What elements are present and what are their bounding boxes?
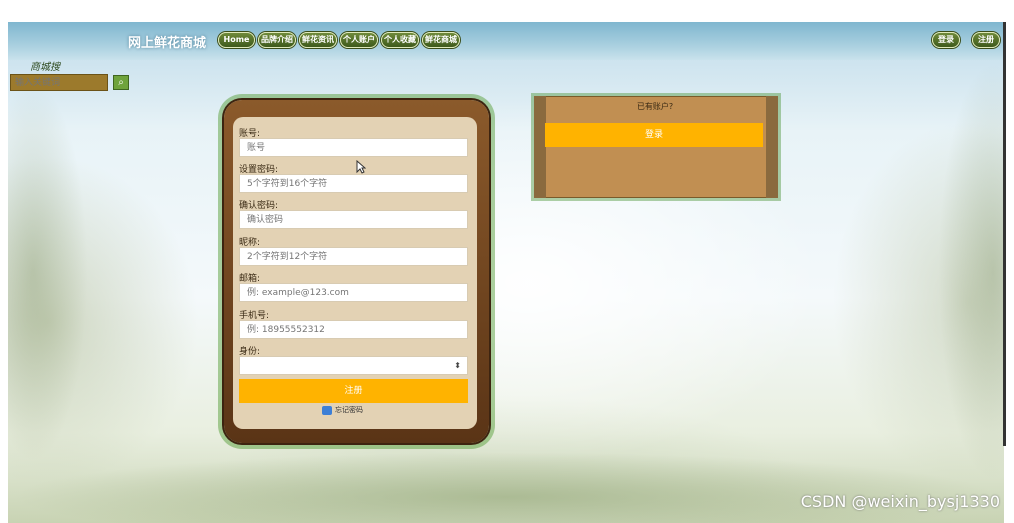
nav-flower-news[interactable]: 鲜花资讯 <box>299 32 337 48</box>
confirm-password-input[interactable] <box>239 210 468 229</box>
phone-input[interactable] <box>239 320 468 339</box>
have-account-prompt: 已有账户? <box>636 102 674 111</box>
right-vine-decoration <box>938 62 1004 482</box>
login-button[interactable]: 登录 <box>545 123 763 147</box>
nav-personal-favorites[interactable]: 个人收藏 <box>381 32 419 48</box>
nav-personal-account[interactable]: 个人账户 <box>340 32 378 48</box>
role-select[interactable]: ⬍ <box>239 356 468 375</box>
bottom-grass-decoration <box>8 452 1004 523</box>
register-button[interactable]: 注册 <box>239 379 468 403</box>
scrollbar[interactable] <box>1003 22 1006 446</box>
login-card-right-plank <box>766 96 778 198</box>
search-label: 商城搜 <box>30 62 60 73</box>
left-vine-decoration <box>8 82 88 462</box>
header-login-button[interactable]: 登录 <box>932 32 960 48</box>
select-arrow-icon: ⬍ <box>454 361 461 370</box>
site-title[interactable]: 网上鲜花商城 <box>128 32 206 51</box>
nav-home[interactable]: Home <box>218 32 255 48</box>
header-register-button[interactable]: 注册 <box>972 32 1000 48</box>
nav-brand-intro[interactable]: 品牌介绍 <box>258 32 296 48</box>
nav-flower-mall[interactable]: 鲜花商城 <box>422 32 460 48</box>
search-icon[interactable]: ⌕ <box>113 75 129 90</box>
email-input[interactable] <box>239 283 468 302</box>
login-card-left-plank <box>534 96 546 198</box>
search-input[interactable] <box>10 74 108 91</box>
thumb-icon <box>322 405 332 415</box>
forgot-password-link[interactable]: 忘记密码 <box>322 405 363 415</box>
nickname-input[interactable] <box>239 247 468 266</box>
watermark: CSDN @weixin_bysj1330 <box>800 492 1000 511</box>
background-scene <box>8 22 1004 523</box>
mouse-cursor-icon <box>356 160 366 174</box>
password-input[interactable] <box>239 174 468 193</box>
window-top-strip <box>0 0 1014 22</box>
account-input[interactable] <box>239 138 468 157</box>
forgot-password-label: 忘记密码 <box>335 406 363 414</box>
